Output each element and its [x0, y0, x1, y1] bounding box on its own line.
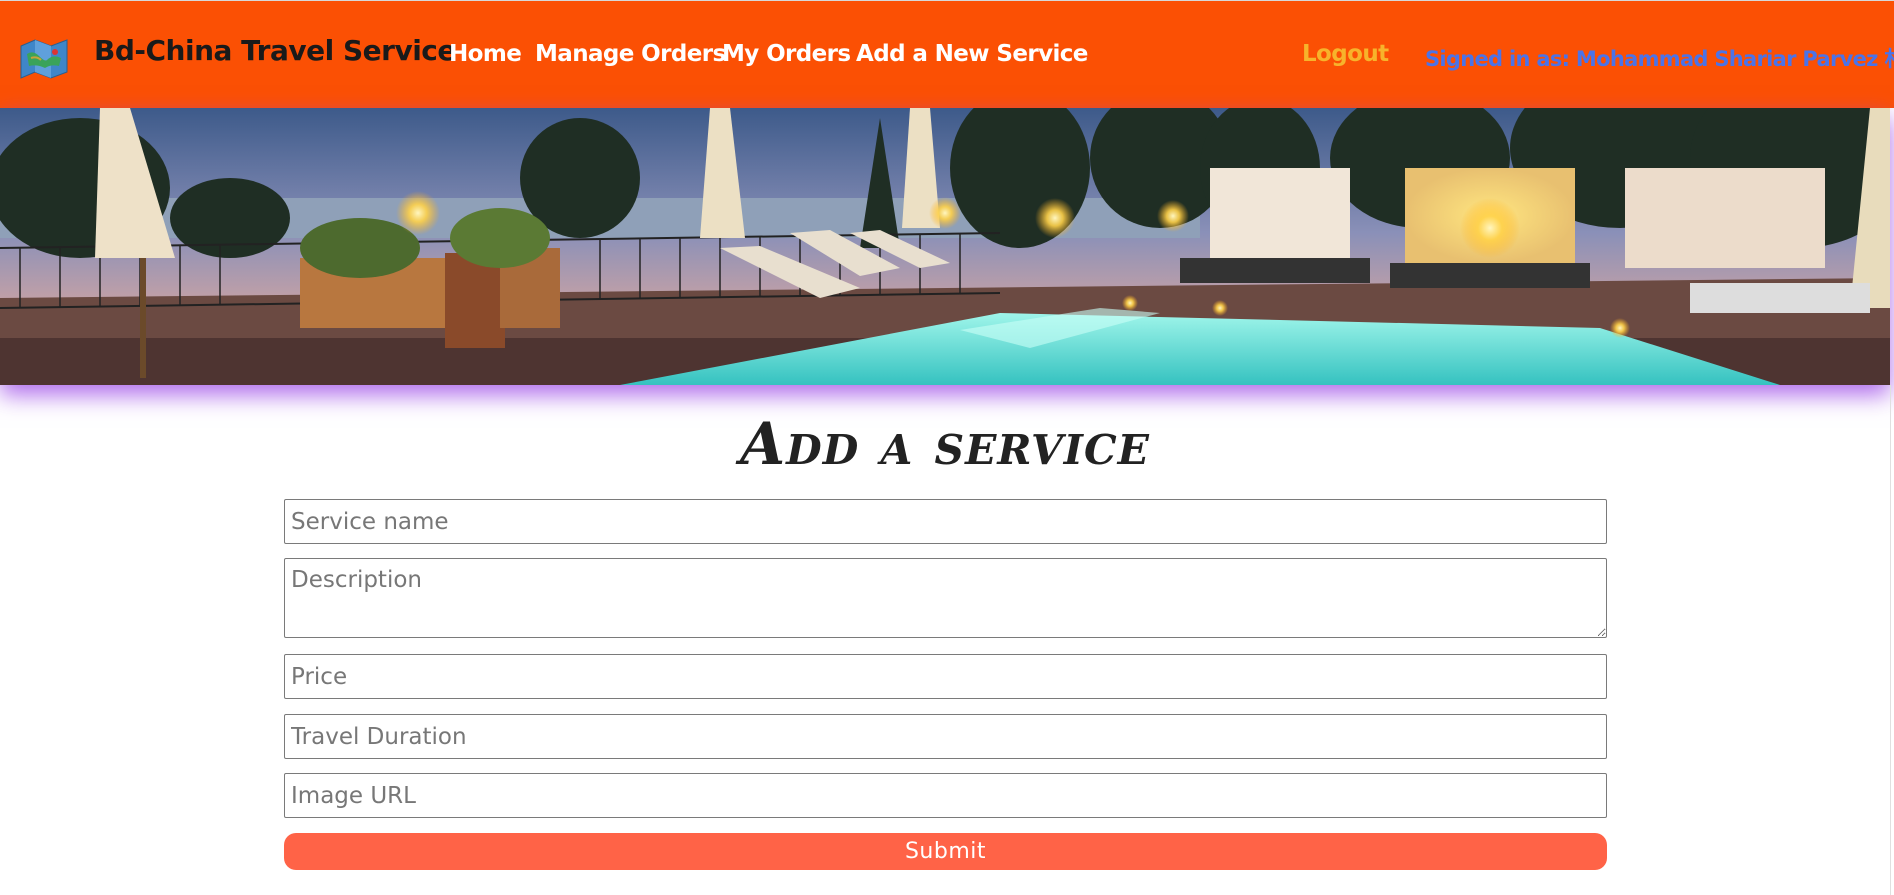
resort-pool-illustration — [0, 108, 1890, 385]
price-input[interactable] — [284, 654, 1607, 699]
hero-banner-image — [0, 108, 1890, 385]
description-textarea[interactable] — [284, 558, 1607, 638]
logout-button[interactable]: Logout — [1302, 41, 1389, 67]
submit-button[interactable]: Submit — [284, 833, 1607, 870]
image-url-input[interactable] — [284, 773, 1607, 818]
nav-manage-orders-link[interactable]: Manage Orders — [535, 41, 726, 67]
brand-name[interactable]: Bd-China Travel Service — [94, 34, 456, 67]
signed-in-user: Signed in as: Mohammad Shariar Parvez 朴维 — [1425, 47, 1894, 71]
folded-map-icon[interactable] — [17, 34, 71, 80]
travel-duration-input[interactable] — [284, 714, 1607, 759]
page-edge-divider — [1890, 385, 1891, 895]
navbar: Bd-China Travel Service Home Manage Orde… — [0, 0, 1894, 108]
page-title: Add a service — [740, 410, 1150, 478]
nav-home-link[interactable]: Home — [449, 41, 522, 67]
nav-my-orders-link[interactable]: My Orders — [722, 41, 851, 67]
nav-add-service-link[interactable]: Add a New Service — [856, 41, 1088, 67]
service-name-input[interactable] — [284, 499, 1607, 544]
